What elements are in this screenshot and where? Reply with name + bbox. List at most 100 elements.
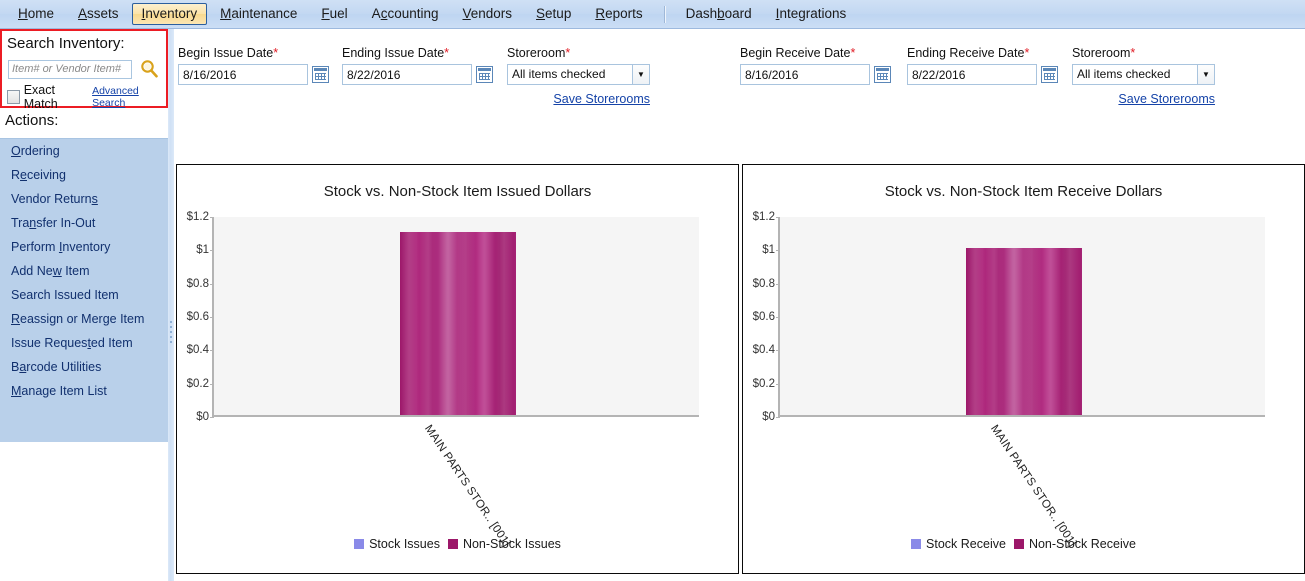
y-axis-tick-label: $0 — [762, 411, 775, 423]
chart-title: Stock vs. Non-Stock Item Issued Dollars — [323, 183, 592, 200]
begin-issue-date-group: Begin Issue Date* — [178, 46, 329, 85]
begin-receive-date-input[interactable] — [740, 64, 870, 85]
y-axis-tick-label: $0.4 — [752, 344, 775, 357]
actions-list: Ordering Receiving Vendor Returns Transfer … — [0, 138, 168, 442]
action-item-barcode-utilities[interactable]: Barcode Utilities — [0, 355, 168, 379]
main-menu-items: Home Assets Inventory Maintenance Fuel Accoun… — [0, 0, 1305, 28]
menu-item-setup[interactable]: Setup — [525, 2, 582, 26]
y-axis-tick-label: $0.8 — [186, 277, 209, 290]
menu-item-accounting[interactable]: Accounting — [361, 2, 450, 26]
legend-color-swatch — [911, 539, 922, 549]
receive-dollars-chart-panel: Stock vs. Non-Stock Item Receive Dollars… — [742, 164, 1305, 574]
y-axis-tick-mark — [776, 383, 780, 385]
receive-storeroom-label: Storeroom* — [1072, 46, 1136, 60]
issue-storeroom-group: Storeroom* All items checked ▼ Save Stor… — [507, 46, 650, 108]
application-window: Home Assets Inventory Maintenance Fuel Accoun… — [0, 0, 1305, 581]
y-axis-tick-mark — [776, 250, 780, 252]
y-axis-tick-mark — [210, 250, 214, 252]
receive-save-storerooms-link[interactable]: Save Storerooms — [1118, 92, 1215, 106]
exact-match-checkbox[interactable] — [7, 90, 20, 104]
legend-entry[interactable]: Non-Stock Issues — [447, 537, 561, 551]
y-axis-tick-mark — [210, 217, 214, 218]
exact-match-label: Exact Match — [23, 83, 58, 111]
ending-issue-calendar-icon[interactable] — [476, 66, 493, 83]
legend-label: Stock Issues — [369, 537, 440, 551]
legend-label: Non-Stock Receive — [1028, 537, 1136, 551]
chart-plot-area: $0 $0.2 $0.4 $0.6 $0.8 $1 $1.2 — [753, 211, 1265, 423]
begin-receive-date-group: Begin Receive Date* — [740, 46, 891, 85]
begin-receive-calendar-icon[interactable] — [874, 66, 891, 83]
y-axis-tick-label: $0 — [196, 411, 209, 423]
action-item-search-issued-item[interactable]: Search Issued Item — [0, 283, 168, 307]
action-item-receiving[interactable]: Receiving — [0, 163, 168, 187]
ending-receive-date-input[interactable] — [907, 64, 1037, 85]
chart-legend: Stock Receive Non-Stock Receive — [743, 537, 1304, 551]
action-item-transfer-in-out[interactable]: Transfer In-Out — [0, 211, 168, 235]
y-axis-tick-label: $1.2 — [752, 211, 775, 223]
action-item-ordering[interactable]: Ordering — [0, 139, 168, 163]
begin-receive-date-label: Begin Receive Date* — [740, 46, 856, 60]
search-panel-title: Search Inventory: — [7, 35, 125, 52]
legend-entry[interactable]: Stock Issues — [354, 537, 440, 551]
search-options-row: Exact Match Advanced Search — [7, 83, 166, 111]
search-input[interactable] — [8, 59, 132, 79]
legend-label: Stock Receive — [926, 537, 1006, 551]
splitter-grip — [170, 321, 172, 346]
menu-item-reports[interactable]: Reports — [584, 2, 653, 26]
y-axis-tick-mark — [776, 283, 780, 285]
ending-issue-date-input[interactable] — [342, 64, 472, 85]
ending-receive-calendar-icon[interactable] — [1041, 66, 1058, 83]
receive-storeroom-select[interactable]: All items checked — [1072, 64, 1197, 85]
ending-receive-date-label: Ending Receive Date* — [907, 46, 1030, 60]
y-axis-tick-mark — [210, 417, 214, 418]
menu-item-integrations[interactable]: Integrations — [765, 2, 858, 26]
y-axis-tick-label: $1 — [196, 244, 209, 257]
issue-storeroom-select[interactable]: All items checked — [507, 64, 632, 85]
action-item-vendor-returns[interactable]: Vendor Returns — [0, 187, 168, 211]
action-item-issue-requested-item[interactable]: Issue Requested Item — [0, 331, 168, 355]
issue-storeroom-chevron-down-icon[interactable]: ▼ — [632, 64, 650, 85]
menu-item-vendors[interactable]: Vendors — [451, 2, 523, 26]
action-item-reassign-or-merge-item[interactable]: Reassign or Merge Item — [0, 307, 168, 331]
menu-item-maintenance[interactable]: Maintenance — [209, 2, 308, 26]
begin-issue-date-label: Begin Issue Date* — [178, 46, 279, 60]
menu-item-home[interactable]: Home — [7, 2, 65, 26]
filter-toolbar: Begin Issue Date* Ending Issue Date* — [174, 29, 1305, 118]
magnifier-icon[interactable] — [138, 58, 160, 85]
action-item-perform-inventory[interactable]: Perform Inventory — [0, 235, 168, 259]
advanced-search-link[interactable]: Advanced Search — [92, 85, 166, 109]
begin-issue-date-input[interactable] — [178, 64, 308, 85]
x-axis-tick-label: MAIN PARTS STOR.. [001] — [421, 423, 512, 550]
y-axis-tick-mark — [776, 317, 780, 318]
y-axis-tick-mark — [210, 383, 214, 385]
ending-issue-date-group: Ending Issue Date* — [342, 46, 493, 85]
actions-heading: Actions: — [0, 108, 168, 138]
y-axis-tick-mark — [210, 283, 214, 285]
chart-plot-area: $0 $0.2 $0.4 $0.6 $0.8 $1 $1.2 — [187, 211, 699, 423]
y-axis-tick-label: $0.4 — [186, 344, 209, 357]
legend-entry[interactable]: Stock Receive — [911, 537, 1006, 551]
action-item-manage-item-list[interactable]: Manage Item List — [0, 379, 168, 403]
chart-bar[interactable] — [399, 231, 516, 415]
menu-item-assets[interactable]: Assets — [67, 2, 130, 26]
legend-color-swatch — [1013, 539, 1024, 549]
issue-storeroom-label: Storeroom* — [507, 46, 571, 60]
issue-save-storerooms-link[interactable]: Save Storerooms — [553, 92, 650, 106]
begin-issue-calendar-icon[interactable] — [312, 66, 329, 83]
y-axis-tick-mark — [210, 350, 214, 352]
menu-item-inventory[interactable]: Inventory — [131, 3, 208, 25]
y-axis-tick-mark — [210, 317, 214, 318]
menu-item-fuel[interactable]: Fuel — [310, 2, 358, 26]
y-axis-tick-mark — [776, 417, 780, 418]
chart-bar[interactable] — [965, 248, 1082, 415]
y-axis-tick-label: $1.2 — [186, 211, 209, 223]
legend-entry[interactable]: Non-Stock Receive — [1013, 537, 1136, 551]
legend-label: Non-Stock Issues — [462, 537, 561, 551]
action-item-add-new-item[interactable]: Add New Item — [0, 259, 168, 283]
main-menu-bar: Home Assets Inventory Maintenance Fuel Accoun… — [0, 0, 1305, 29]
y-axis-tick-label: $0.6 — [186, 311, 209, 323]
x-axis-tick-label: MAIN PARTS STOR.. [001] — [987, 423, 1078, 550]
y-axis-tick-label: $0.2 — [186, 377, 209, 390]
receive-storeroom-chevron-down-icon[interactable]: ▼ — [1197, 64, 1215, 85]
menu-item-dashboard[interactable]: Dashboard — [675, 2, 763, 26]
